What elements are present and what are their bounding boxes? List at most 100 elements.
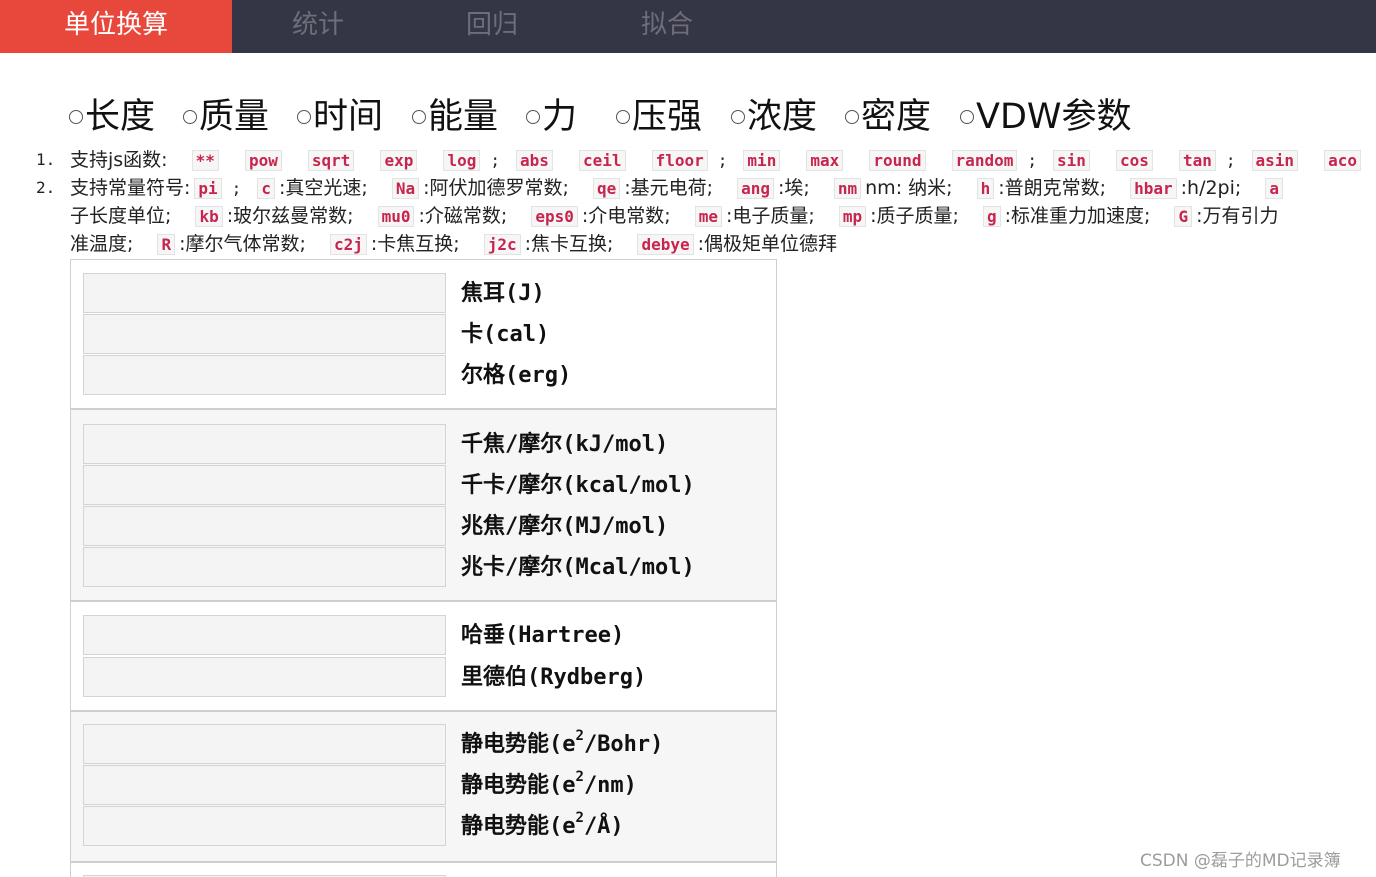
category-pressure[interactable]: 压强: [616, 90, 702, 137]
category-length[interactable]: 长度: [69, 90, 155, 137]
functions-line: 支持js函数: ** pow sqrt exp log; abs ceil fl…: [70, 146, 1365, 174]
category-density[interactable]: 密度: [845, 90, 931, 137]
function-code: exp: [380, 150, 418, 171]
mj-per-mol-input[interactable]: [83, 506, 446, 546]
constant-desc: 子长度单位;: [70, 205, 172, 227]
e2-per-angstrom-input[interactable]: [83, 806, 446, 846]
radio-icon[interactable]: [845, 110, 859, 124]
radio-icon[interactable]: [412, 110, 426, 124]
function-code: pow: [244, 150, 282, 171]
function-code: log: [443, 150, 481, 171]
constant-code: a: [1265, 178, 1283, 199]
erg-input[interactable]: [83, 355, 446, 395]
unit-label: 静电势能(e2/Bohr): [461, 727, 664, 757]
unit-label: 尔格(erg): [461, 363, 572, 388]
unit-group-molar-energy: 千焦/摩尔(kJ/mol) 千卡/摩尔(kcal/mol) 兆焦/摩尔(MJ/m…: [71, 410, 776, 602]
constant-code: c: [257, 178, 275, 199]
e2-per-nm-input[interactable]: [83, 765, 446, 805]
radio-icon[interactable]: [616, 110, 630, 124]
constant-desc: :基元电荷;: [624, 177, 714, 199]
category-concentration[interactable]: 浓度: [731, 90, 817, 137]
unit-label: 里德伯(Rydberg): [461, 665, 647, 690]
constant-desc: :h/2pi;: [1180, 177, 1242, 199]
rydberg-input[interactable]: [83, 657, 446, 697]
constants-line-2: 子长度单位; kb:玻尔兹曼常数; mu0:介磁常数; eps0:介电常数; m…: [70, 202, 1293, 230]
constant-desc: :卡焦互换;: [370, 233, 460, 255]
function-code: abs: [516, 150, 553, 171]
constant-desc: :标准重力加速度;: [1004, 205, 1151, 227]
category-mass[interactable]: 质量: [183, 90, 269, 137]
unit-row: 静电势能(e2/Bohr): [83, 724, 763, 765]
unit-row: 千卡/摩尔(kcal/mol): [83, 465, 763, 506]
radio-icon[interactable]: [731, 110, 745, 124]
constant-code: j2c: [483, 234, 521, 255]
constant-desc: :偶极矩单位德拜: [697, 233, 838, 255]
hartree-input[interactable]: [83, 615, 446, 655]
unit-group-electrostatic: 静电势能(e2/Bohr) 静电势能(e2/nm) 静电势能(e2/Å): [71, 712, 776, 863]
constant-code: eps0: [531, 206, 578, 227]
constant-code: qe: [592, 178, 621, 199]
e2-per-bohr-input[interactable]: [83, 724, 446, 764]
function-code: tan: [1178, 150, 1216, 171]
kj-per-mol-input[interactable]: [83, 424, 446, 464]
constant-desc: :摩尔气体常数;: [179, 233, 306, 255]
tab-fitting[interactable]: 拟合: [641, 0, 693, 53]
constant-code: ang: [737, 178, 775, 199]
constant-desc: :埃;: [778, 177, 810, 199]
category-energy[interactable]: 能量: [412, 90, 498, 137]
category-time[interactable]: 时间: [297, 90, 383, 137]
unit-label: 焦耳(J): [461, 281, 545, 306]
radio-icon[interactable]: [960, 110, 974, 124]
constant-code: nm: [833, 178, 862, 199]
constant-desc: :电子质量;: [726, 205, 815, 227]
constant-code: hbar: [1130, 178, 1177, 199]
unit-row: 尔格(erg): [83, 355, 763, 396]
radio-icon[interactable]: [297, 110, 311, 124]
category-force[interactable]: 力: [526, 90, 577, 137]
radio-icon[interactable]: [183, 110, 197, 124]
mcal-per-mol-input[interactable]: [83, 547, 446, 587]
tab-statistics[interactable]: 统计: [292, 0, 344, 53]
constant-code: g: [982, 206, 1001, 227]
function-code: max: [806, 150, 844, 171]
unit-label: 静电势能(e2/nm): [461, 768, 637, 798]
function-list: ** pow sqrt exp log; abs ceil floor; min…: [188, 149, 1365, 171]
unit-label: 兆卡/摩尔(Mcal/mol): [461, 555, 695, 580]
unit-group-next: [71, 863, 776, 877]
constant-desc: :万有引力: [1196, 205, 1279, 227]
constant-code: Na: [391, 178, 420, 199]
unit-row: 千焦/摩尔(kJ/mol): [83, 424, 763, 465]
function-code: random: [951, 150, 1018, 171]
kcal-per-mol-input[interactable]: [83, 465, 446, 505]
radio-icon[interactable]: [526, 110, 540, 124]
top-navigation: 单位换算 统计 回归 拟合: [0, 0, 1376, 53]
tab-unit-conversion[interactable]: 单位换算: [0, 0, 232, 53]
function-code: sqrt: [307, 150, 355, 171]
constant-code: debye: [637, 234, 694, 255]
constant-desc: :阿伏加德罗常数;: [423, 177, 569, 199]
unit-label: 哈垂(Hartree): [461, 623, 625, 648]
tab-regression[interactable]: 回归: [466, 0, 518, 53]
unit-row: 静电势能(e2/nm): [83, 765, 763, 806]
constant-code: kb: [195, 206, 223, 227]
unit-row: 兆焦/摩尔(MJ/mol): [83, 506, 763, 547]
category-vdw-params[interactable]: VDW参数: [960, 90, 1132, 137]
converter-panel: 焦耳(J) 卡(cal) 尔格(erg) 千焦/摩尔(kJ/mol) 千卡/摩尔…: [70, 259, 777, 877]
calorie-input[interactable]: [83, 314, 446, 354]
constant-code: G: [1174, 206, 1193, 227]
joule-input[interactable]: [83, 273, 446, 313]
constant-desc: nm: 纳米;: [865, 177, 953, 199]
function-code: aco: [1324, 150, 1362, 171]
unit-label: 千卡/摩尔(kcal/mol): [461, 473, 695, 498]
constant-desc: :质子质量;: [870, 205, 959, 227]
constant-desc: 准温度;: [70, 233, 134, 255]
constant-desc: :真空光速;: [279, 177, 368, 199]
unit-label: 千焦/摩尔(kJ/mol): [461, 432, 669, 457]
unit-label: 静电势能(e2/Å): [461, 809, 624, 839]
constant-code: pi: [194, 178, 222, 199]
radio-icon[interactable]: [69, 110, 83, 124]
function-code: ceil: [578, 150, 626, 171]
list-number: 2.: [36, 178, 56, 197]
list-number: 1.: [36, 150, 56, 169]
unit-row: 焦耳(J): [83, 273, 763, 314]
